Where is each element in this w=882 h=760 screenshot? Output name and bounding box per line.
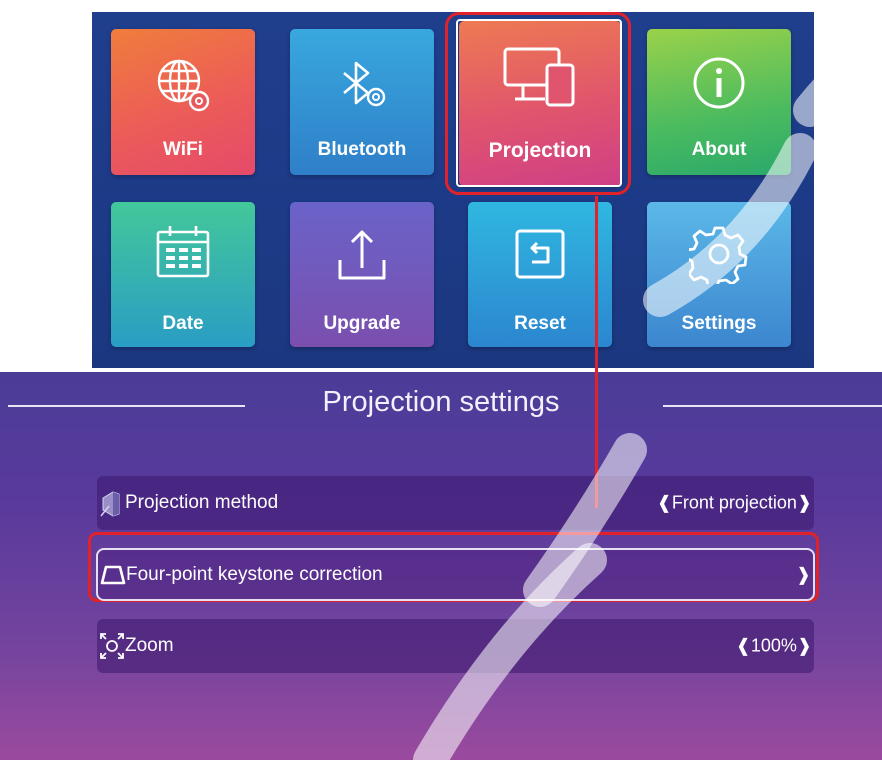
gear-icon — [689, 226, 748, 284]
wifi-globe-icon — [157, 59, 210, 112]
projection-method-icon — [100, 491, 120, 517]
row-projection-method[interactable]: Projection method ❰Front projection❱ — [97, 476, 814, 530]
keystone-icon — [100, 565, 126, 584]
zoom-value: 100% — [750, 635, 797, 656]
tile-reset[interactable]: Reset — [468, 202, 612, 347]
reset-icon — [515, 229, 565, 279]
bluetooth-icon — [343, 61, 386, 107]
callout-connector-line — [595, 196, 598, 508]
tile-label: About — [691, 139, 747, 160]
row-label: Zoom — [125, 635, 174, 656]
projection-settings-panel: Projection settings Projection method ❰F… — [0, 372, 882, 760]
tile-upgrade[interactable]: Upgrade — [290, 202, 434, 347]
tile-settings[interactable]: Settings — [647, 202, 791, 347]
row-zoom[interactable]: Zoom ❰100%❱ — [97, 619, 814, 673]
tile-label: Reset — [514, 313, 566, 334]
row-value[interactable]: ❰Front projection❱ — [657, 493, 812, 514]
tile-label: Date — [162, 313, 204, 334]
tile-label: Settings — [681, 313, 757, 334]
row-label: Projection method — [125, 492, 279, 513]
calendar-icon — [156, 226, 210, 278]
chevron-right-icon[interactable]: ❱ — [797, 636, 812, 656]
home-menu: WiFi Bluetooth Projection About Date Upg… — [92, 12, 814, 368]
upload-icon — [338, 230, 386, 280]
zoom-icon — [100, 633, 124, 659]
tile-date[interactable]: Date — [111, 202, 255, 347]
tile-label: Upgrade — [323, 313, 401, 334]
panel-title: Projection settings — [322, 386, 560, 418]
row-label: Four-point keystone correction — [126, 563, 383, 585]
tile-wifi[interactable]: WiFi — [111, 29, 255, 175]
projection-focus-border — [456, 19, 622, 187]
projection-method-value: Front projection — [671, 492, 797, 513]
chevron-right-icon[interactable]: ❱ — [797, 493, 812, 513]
tile-label: Bluetooth — [317, 139, 407, 160]
tile-bluetooth[interactable]: Bluetooth — [290, 29, 434, 175]
tile-label: WiFi — [163, 139, 203, 160]
tile-about[interactable]: About — [647, 29, 791, 175]
info-icon — [693, 57, 745, 109]
row-keystone-correction[interactable]: Four-point keystone correction ❱ — [96, 548, 815, 601]
title-rule-right — [663, 405, 882, 407]
chevron-right-icon[interactable]: ❱ — [796, 564, 811, 585]
row-value[interactable]: ❰100%❱ — [736, 636, 812, 657]
chevron-left-icon[interactable]: ❰ — [736, 636, 751, 656]
chevron-left-icon[interactable]: ❰ — [657, 493, 672, 513]
